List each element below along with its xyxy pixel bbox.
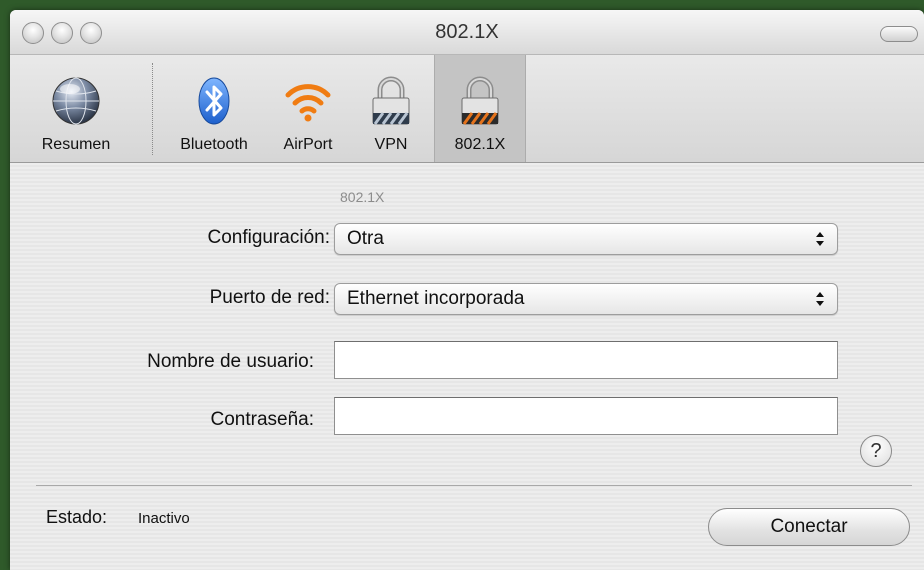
status-value: Inactivo [138,510,190,527]
tab-label: Bluetooth [180,136,248,153]
configuracion-label: Configuración: [207,227,330,248]
window-title: 802.1X [435,21,499,43]
status-label: Estado: [46,507,108,527]
section-label: 802.1X [340,189,385,205]
network-globe-icon [52,77,100,125]
tab-vpn[interactable]: VPN [354,55,428,162]
connect-button[interactable]: Conectar [708,508,910,546]
content-pane: 802.1X Configuración: Otra Puerto de red… [10,163,924,570]
configuracion-popup[interactable]: Otra [334,223,838,255]
contrasena-label: Contraseña: [210,409,314,430]
toolbar: Resumen Bluetooth AirPort VPN 802.1X [10,55,924,163]
bluetooth-icon [198,77,230,125]
toolbar-separator [152,63,153,155]
8021x-lock-icon [461,76,499,125]
network-diagnostics-window: 802.1X Resumen Bluetooth AirPort VPN 802… [10,10,924,570]
divider [36,485,912,486]
puerto-value: Ethernet incorporada [347,288,525,309]
tab-airport[interactable]: AirPort [266,55,350,162]
help-button[interactable]: ? [860,435,892,467]
title-bar: 802.1X [10,10,924,55]
usuario-label: Nombre de usuario: [147,351,314,372]
tab-label: 802.1X [454,136,506,153]
tab-resumen[interactable]: Resumen [24,55,128,162]
tab-label: AirPort [283,136,333,153]
airport-wifi-icon [285,84,331,122]
configuracion-value: Otra [347,228,384,249]
popup-arrows-icon [816,232,824,246]
tab-label: Resumen [41,136,111,153]
popup-arrows-icon [816,292,824,306]
tab-label: VPN [374,136,408,153]
puerto-popup[interactable]: Ethernet incorporada [334,283,838,315]
username-field[interactable] [334,341,838,379]
puerto-label: Puerto de red: [209,287,330,308]
toolbar-toggle-button[interactable] [880,26,918,42]
vpn-lock-icon [372,76,410,125]
password-field[interactable] [334,397,838,435]
tab-8021x[interactable]: 802.1X [434,55,526,162]
tab-bluetooth[interactable]: Bluetooth [162,55,266,162]
